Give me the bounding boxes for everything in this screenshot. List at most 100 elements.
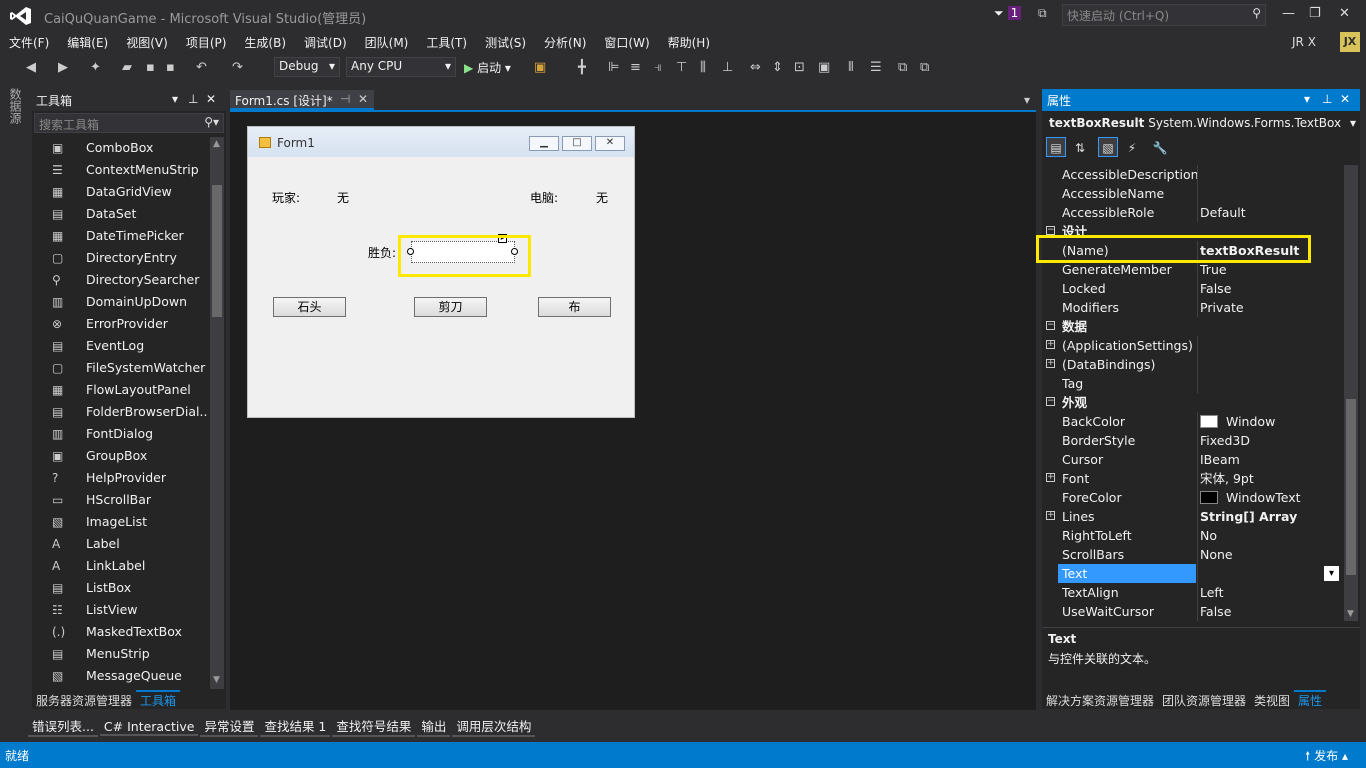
object-selector[interactable]: textBoxResult System.Windows.Forms.TextB… (1044, 113, 1358, 133)
toolbox-search-input[interactable]: 搜索工具箱 ⚲▾ (34, 113, 224, 133)
toolbox-item[interactable]: ▢ FileSystemWatcher (52, 357, 208, 379)
dropdown-button[interactable]: ▾ (1324, 566, 1339, 581)
toolbox-item[interactable]: ▤ DataSet (52, 203, 208, 225)
toolbox-item[interactable]: ☰ ContextMenuStrip (52, 159, 208, 181)
menu-analyze[interactable]: 分析(N) (535, 32, 595, 51)
property-row[interactable]: Text ▾ (1042, 564, 1342, 583)
toolbox-item[interactable]: ▣ ComboBox (52, 137, 208, 159)
scroll-down-icon[interactable]: ▼ (213, 675, 220, 685)
menu-debug[interactable]: 调试(D) (295, 32, 356, 51)
property-row[interactable]: AccessibleName (1042, 184, 1342, 203)
redo-icon[interactable]: ↷ (232, 60, 243, 75)
tab-class-view[interactable]: 类视图 (1250, 692, 1294, 709)
property-value[interactable]: False (1200, 279, 1340, 298)
document-tab[interactable]: Form1.cs [设计]* ⊣ ✕ (230, 90, 374, 110)
expand-icon[interactable]: + (1046, 473, 1055, 482)
collapse-icon[interactable]: − (1046, 321, 1055, 330)
browser-link-icon[interactable]: ▣ (534, 60, 546, 75)
property-row[interactable]: ForeColor WindowText (1042, 488, 1342, 507)
document-dropdown-icon[interactable]: ▾ (1024, 93, 1030, 107)
spacing-icon[interactable]: ⦀ (848, 60, 854, 75)
tab-exception-settings[interactable]: 异常设置 (200, 716, 259, 737)
menu-team[interactable]: 团队(M) (356, 32, 418, 51)
property-value[interactable]: Left (1200, 583, 1340, 602)
property-value[interactable]: 宋体, 9pt (1200, 469, 1340, 488)
undo-icon[interactable]: ↶ (196, 60, 207, 75)
property-value[interactable]: Fixed3D (1200, 431, 1340, 450)
pin-icon[interactable]: ⊣ (340, 92, 350, 106)
align-bottoms-icon[interactable]: ⊥ (722, 60, 733, 75)
scroll-thumb[interactable] (1346, 399, 1356, 575)
close-icon[interactable]: ✕ (1340, 92, 1350, 106)
chevron-down-icon[interactable]: ▾ (1304, 92, 1310, 106)
align-centers-icon[interactable]: ≡ (630, 60, 641, 75)
user-name[interactable]: JR X (1292, 35, 1316, 49)
properties-view-icon[interactable]: ▧ (1098, 137, 1118, 157)
toolbox-item[interactable]: ▤ ListBox (52, 577, 208, 599)
property-category[interactable]: − 数据 (1042, 317, 1342, 336)
toolbox-item[interactable]: ▤ FolderBrowserDial... (52, 401, 208, 423)
menu-build[interactable]: 生成(B) (235, 32, 295, 51)
toolbox-scrollbar[interactable]: ▲ ▼ (210, 137, 224, 689)
property-row[interactable]: Locked False (1042, 279, 1342, 298)
property-row[interactable]: + Font 宋体, 9pt (1042, 469, 1342, 488)
close-icon[interactable]: ✕ (206, 92, 216, 106)
property-value[interactable]: Private (1200, 298, 1340, 317)
property-category[interactable]: − 外观 (1042, 393, 1342, 412)
property-value[interactable]: False (1200, 602, 1340, 621)
property-value[interactable]: No (1200, 526, 1340, 545)
property-row[interactable]: Tag (1042, 374, 1342, 393)
property-row[interactable]: + (ApplicationSettings) (1042, 336, 1342, 355)
pin-icon[interactable]: ⊥ (188, 92, 198, 106)
minimize-button[interactable]: — (1282, 6, 1295, 21)
publish-button[interactable]: 🠕 发布 ▴ (1305, 747, 1348, 768)
toolbox-item[interactable]: A LinkLabel (52, 555, 208, 577)
tab-csharp-interactive[interactable]: C# Interactive (99, 719, 199, 736)
expand-icon[interactable]: + (1046, 340, 1055, 349)
tab-find-symbol-results[interactable]: 查找符号结果 (332, 716, 416, 737)
toolbox-item[interactable]: A Label (52, 533, 208, 555)
close-icon[interactable]: ✕ (358, 92, 368, 106)
property-row[interactable]: ScrollBars None (1042, 545, 1342, 564)
toolbox-item[interactable]: ▤ EventLog (52, 335, 208, 357)
save-icon[interactable]: ▪ (146, 60, 155, 75)
tab-output[interactable]: 输出 (417, 716, 451, 737)
property-row[interactable]: + Lines String[] Array (1042, 507, 1342, 526)
menu-window[interactable]: 窗口(W) (595, 32, 658, 51)
toolbox-item[interactable]: ▢ DirectoryEntry (52, 247, 208, 269)
form-minimize-button[interactable]: ▁ (529, 136, 559, 151)
chevron-down-icon[interactable]: ▾ (172, 92, 178, 106)
maximize-button[interactable]: ❐ (1309, 6, 1321, 21)
property-value[interactable]: WindowText (1200, 488, 1340, 507)
align-middles-icon[interactable]: ⫼ (700, 60, 706, 75)
events-icon[interactable]: ⚡ (1122, 137, 1142, 157)
toolbox-item[interactable]: ▧ MessageQueue (52, 665, 208, 687)
menu-project[interactable]: 项目(P) (177, 32, 236, 51)
categorized-icon[interactable]: ▤ (1046, 137, 1066, 157)
property-row[interactable]: AccessibleRole Default (1042, 203, 1342, 222)
collapse-icon[interactable]: − (1046, 226, 1055, 235)
alphabetical-icon[interactable]: ⇅ (1070, 137, 1090, 157)
property-row[interactable]: Modifiers Private (1042, 298, 1342, 317)
close-button[interactable]: ✕ (1339, 6, 1350, 21)
menu-view[interactable]: 视图(V) (117, 32, 177, 51)
form-maximize-button[interactable]: □ (562, 136, 592, 151)
menu-tools[interactable]: 工具(T) (417, 32, 476, 51)
align-lefts-icon[interactable]: ⊫ (608, 60, 619, 75)
property-row[interactable]: BorderStyle Fixed3D (1042, 431, 1342, 450)
toolbox-item[interactable]: ▦ DateTimePicker (52, 225, 208, 247)
open-file-icon[interactable]: ▰ (122, 60, 132, 75)
toolbox-item[interactable]: ☷ ListView (52, 599, 208, 621)
tab-call-hierarchy[interactable]: 调用层次结构 (452, 716, 536, 737)
toolbox-item[interactable]: ▥ FontDialog (52, 423, 208, 445)
vertical-spacing-icon[interactable]: ☰ (870, 60, 882, 75)
notifications-button[interactable]: ⏷ 1 (994, 6, 1024, 24)
scroll-down-icon[interactable]: ▼ (1347, 609, 1354, 619)
menu-help[interactable]: 帮助(H) (659, 32, 719, 51)
platform-select[interactable]: Any CPU ▾ (346, 57, 456, 77)
bring-to-front-icon[interactable]: ⧉ (898, 60, 907, 75)
toolbox-item[interactable]: ▭ HScrollBar (52, 489, 208, 511)
toolbox-item[interactable]: ▦ FlowLayoutPanel (52, 379, 208, 401)
scroll-up-icon[interactable]: ▲ (213, 139, 220, 149)
form-close-button[interactable]: ✕ (595, 136, 625, 151)
